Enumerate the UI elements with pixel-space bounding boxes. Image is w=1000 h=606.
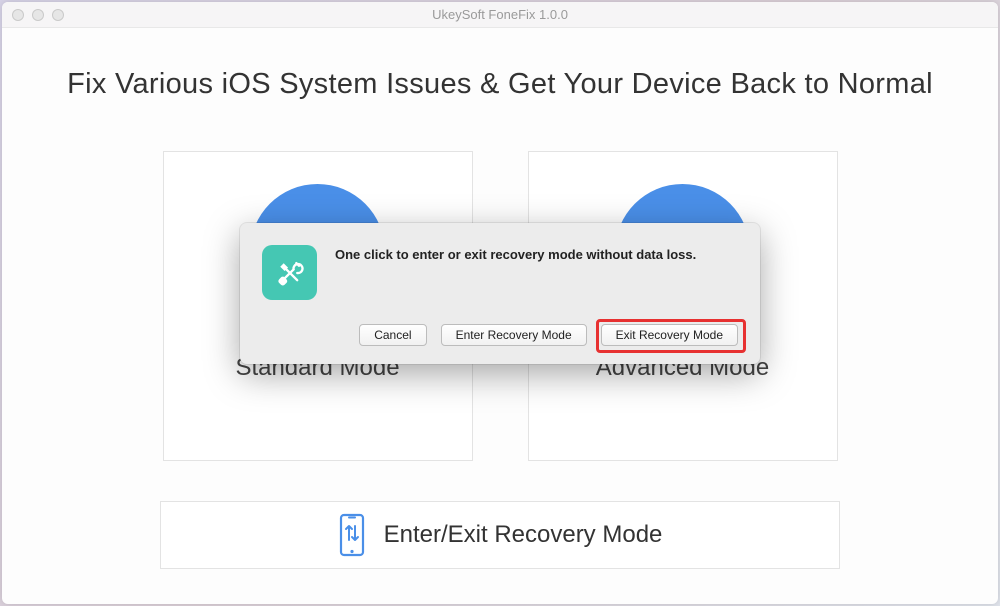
recovery-mode-dialog: One click to enter or exit recovery mode… bbox=[240, 223, 760, 364]
exit-recovery-mode-button[interactable]: Exit Recovery Mode bbox=[601, 324, 738, 346]
enter-exit-recovery-label: Enter/Exit Recovery Mode bbox=[384, 521, 663, 549]
close-window-button[interactable] bbox=[12, 9, 24, 21]
page-title: Fix Various iOS System Issues & Get Your… bbox=[62, 68, 938, 101]
dialog-buttons: Cancel Enter Recovery Mode Exit Recovery… bbox=[262, 324, 738, 346]
tools-icon bbox=[262, 245, 317, 300]
zoom-window-button[interactable] bbox=[52, 9, 64, 21]
enter-exit-recovery-bar[interactable]: Enter/Exit Recovery Mode bbox=[160, 501, 840, 569]
traffic-lights bbox=[12, 9, 64, 21]
app-window: UkeySoft FoneFix 1.0.0 Fix Various iOS S… bbox=[2, 2, 998, 604]
minimize-window-button[interactable] bbox=[32, 9, 44, 21]
phone-arrows-icon bbox=[338, 513, 366, 557]
main-content: Fix Various iOS System Issues & Get Your… bbox=[2, 28, 998, 604]
dialog-message: One click to enter or exit recovery mode… bbox=[335, 245, 696, 262]
titlebar: UkeySoft FoneFix 1.0.0 bbox=[2, 2, 998, 28]
window-title: UkeySoft FoneFix 1.0.0 bbox=[2, 7, 998, 22]
enter-recovery-mode-button[interactable]: Enter Recovery Mode bbox=[441, 324, 587, 346]
dialog-body: One click to enter or exit recovery mode… bbox=[262, 245, 738, 300]
cancel-button[interactable]: Cancel bbox=[359, 324, 426, 346]
